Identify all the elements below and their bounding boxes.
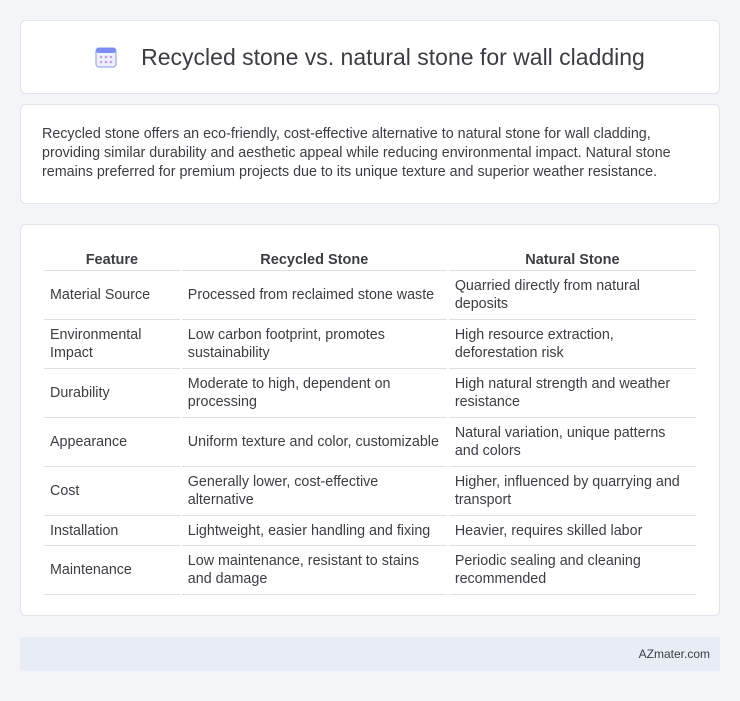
feature-cell: Cost [44, 467, 180, 516]
recycled-cell: Generally lower, cost-effective alternat… [181, 467, 447, 516]
recycled-cell: Moderate to high, dependent on processin… [181, 369, 447, 418]
natural-cell: High resource extraction, deforestation … [448, 320, 696, 369]
table-row: Appearance Uniform texture and color, cu… [44, 418, 696, 467]
footer-brand[interactable]: AZmater.com [639, 647, 710, 661]
feature-cell: Environmental Impact [44, 320, 180, 369]
table-row: Maintenance Low maintenance, resistant t… [44, 546, 696, 595]
natural-cell: Natural variation, unique patterns and c… [448, 418, 696, 467]
feature-cell: Maintenance [44, 546, 180, 595]
title-row: Recycled stone vs. natural stone for wal… [21, 21, 719, 93]
table-row: Durability Moderate to high, dependent o… [44, 369, 696, 418]
header-recycled-stone: Recycled Stone [181, 245, 447, 271]
feature-cell: Material Source [44, 271, 180, 320]
feature-cell: Appearance [44, 418, 180, 467]
table-row: Material Source Processed from reclaimed… [44, 271, 696, 320]
table-row: Cost Generally lower, cost-effective alt… [44, 467, 696, 516]
comparison-table: Feature Recycled Stone Natural Stone Mat… [42, 245, 698, 595]
table-header-row: Feature Recycled Stone Natural Stone [44, 245, 696, 271]
natural-cell: Higher, influenced by quarrying and tran… [448, 467, 696, 516]
natural-cell: Heavier, requires skilled labor [448, 516, 696, 546]
page-title: Recycled stone vs. natural stone for wal… [141, 43, 645, 70]
footer-bar: AZmater.com [20, 637, 720, 671]
title-card: Recycled stone vs. natural stone for wal… [20, 20, 720, 94]
natural-cell: High natural strength and weather resist… [448, 369, 696, 418]
summary-text: Recycled stone offers an eco-friendly, c… [42, 126, 671, 180]
header-feature: Feature [44, 245, 180, 271]
table-row: Environmental Impact Low carbon footprin… [44, 320, 696, 369]
comparison-table-card: Feature Recycled Stone Natural Stone Mat… [20, 224, 720, 616]
recycled-cell: Processed from reclaimed stone waste [181, 271, 447, 320]
recycled-cell: Uniform texture and color, customizable [181, 418, 447, 467]
calendar-grid-icon [95, 46, 117, 68]
natural-cell: Quarried directly from natural deposits [448, 271, 696, 320]
summary-card: Recycled stone offers an eco-friendly, c… [20, 104, 720, 204]
natural-cell: Periodic sealing and cleaning recommende… [448, 546, 696, 595]
recycled-cell: Lightweight, easier handling and fixing [181, 516, 447, 546]
table-row: Installation Lightweight, easier handlin… [44, 516, 696, 546]
feature-cell: Durability [44, 369, 180, 418]
header-natural-stone: Natural Stone [448, 245, 696, 271]
recycled-cell: Low maintenance, resistant to stains and… [181, 546, 447, 595]
recycled-cell: Low carbon footprint, promotes sustainab… [181, 320, 447, 369]
feature-cell: Installation [44, 516, 180, 546]
